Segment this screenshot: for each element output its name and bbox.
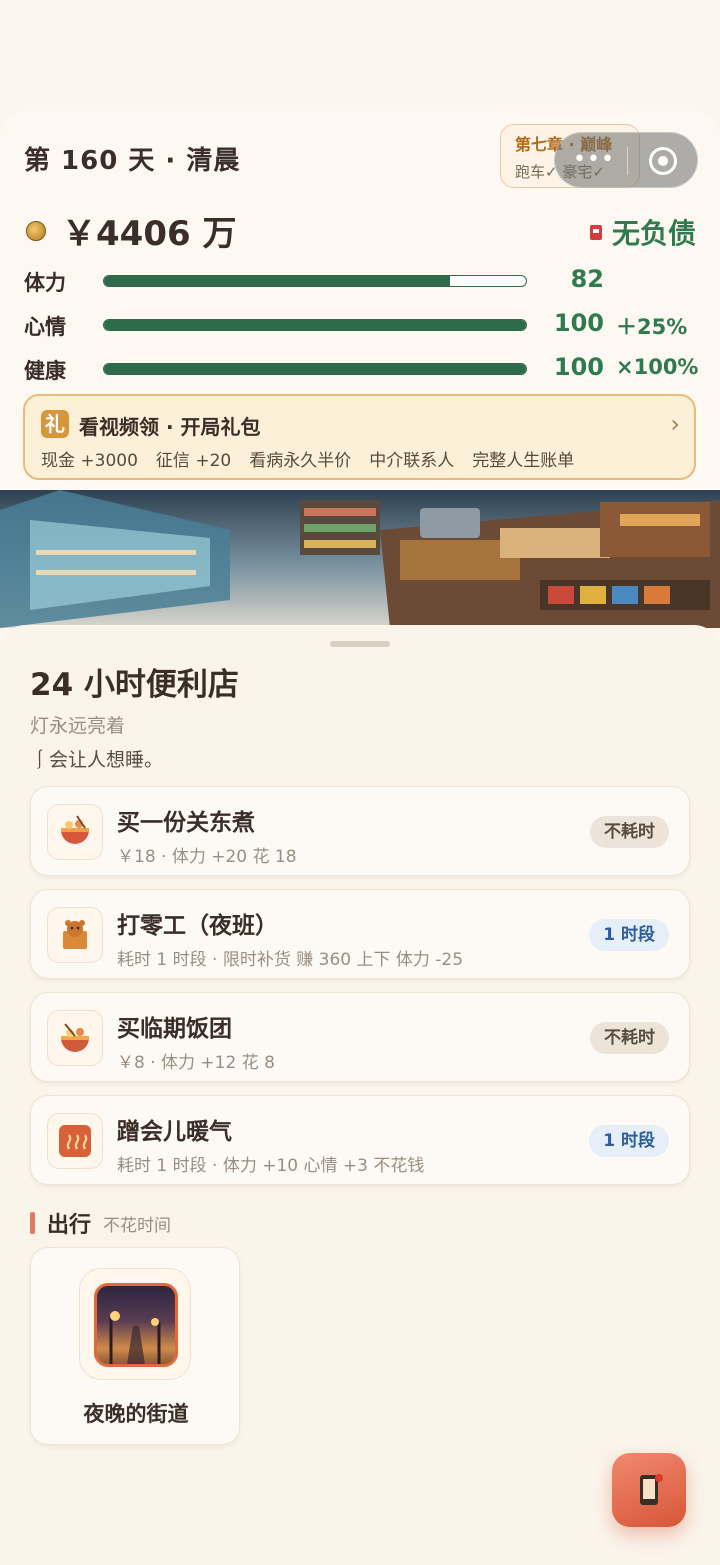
stat-label: 体力: [24, 271, 66, 295]
location-desc: 灯永远亮着: [30, 715, 126, 737]
action-desc: 耗时 1 时段 · 限时补货 赚 360 上下 体力 -25: [117, 950, 464, 970]
section-title: 出行: [47, 1213, 92, 1238]
store-scene-image: [0, 490, 720, 628]
action-card[interactable]: 蹭会儿暖气 耗时 1 时段 · 体力 +10 心情 +3 不花钱 1 时段: [30, 1095, 690, 1185]
gift-item: 看病永久半价: [249, 451, 352, 471]
more-dots-icon[interactable]: •••: [573, 149, 615, 171]
stat-mood: 心情 100 ＋25%: [24, 309, 704, 339]
heater-icon: [47, 1113, 103, 1169]
action-title: 蹭会儿暖气: [117, 1119, 232, 1145]
action-card[interactable]: 买一份关东煮 ￥18 · 体力 +20 花 18 不耗时: [30, 786, 690, 876]
capsule-divider: [627, 147, 628, 175]
stat-extra: ×100%: [616, 355, 699, 379]
action-desc: ￥8 · 体力 +12 花 8: [117, 1053, 275, 1073]
destination-card[interactable]: 夜晚的街道: [30, 1247, 240, 1445]
gift-item: 中介联系人: [369, 451, 455, 471]
time-cost-tag: 1 时段: [589, 919, 669, 951]
stat-fill: [104, 276, 451, 286]
night-street-icon: [79, 1268, 191, 1380]
location-title: 24 小时便利店: [30, 667, 239, 703]
debt-status: 无负债: [589, 212, 696, 252]
stat-health: 健康 100 ×100%: [24, 353, 704, 383]
stat-bar: [103, 363, 527, 375]
stat-bar: [103, 319, 527, 331]
record-circle-icon[interactable]: [649, 147, 677, 175]
phone-icon: [640, 1474, 663, 1505]
gift-pack-banner[interactable]: 礼 看视频领 · 开局礼包 › 现金 +3000 征信 +20 看病永久半价 中…: [23, 394, 696, 480]
oden-bowl-icon: [47, 804, 103, 860]
time-cost-tag: 1 时段: [589, 1125, 669, 1157]
stat-value: 82: [570, 265, 604, 293]
phone-button[interactable]: [612, 1453, 686, 1527]
night-street-image: [94, 1283, 178, 1367]
gift-item: 完整人生账单: [472, 451, 575, 471]
time-cost-tag: 不耗时: [590, 1022, 669, 1054]
money-display: ￥4406 万: [26, 206, 236, 255]
time-cost-tag: 不耗时: [590, 816, 669, 848]
action-title: 买一份关东煮: [117, 810, 255, 836]
gift-title: 看视频领 · 开局礼包: [79, 415, 261, 439]
action-desc: ￥18 · 体力 +20 花 18: [117, 847, 297, 867]
mini-program-capsule: •••: [554, 132, 698, 188]
destination-label: 夜晚的街道: [83, 1402, 189, 1426]
bear-box-icon: [47, 907, 103, 963]
location-desc-2: ⎰会让人想睡。: [30, 749, 164, 771]
action-desc: 耗时 1 时段 · 体力 +10 心情 +3 不花钱: [117, 1156, 425, 1176]
gift-badge: 礼: [41, 410, 69, 438]
drag-handle[interactable]: [330, 641, 390, 647]
chevron-right-icon: ›: [670, 410, 680, 438]
action-card[interactable]: 打零工（夜班） 耗时 1 时段 · 限时补货 赚 360 上下 体力 -25 1…: [30, 889, 690, 979]
stat-label: 心情: [24, 315, 66, 339]
section-subtitle: 不花时间: [103, 1215, 172, 1236]
travel-section-header: 出行 不花时间: [30, 1207, 171, 1239]
coin-icon: [26, 220, 46, 241]
gift-item: 现金 +3000: [41, 451, 138, 471]
stat-value: 100: [553, 309, 604, 337]
section-accent-bar: [30, 1212, 35, 1234]
stat-fill: [104, 364, 526, 374]
action-title: 买临期饭团: [117, 1016, 232, 1042]
receipt-icon: [589, 224, 602, 240]
stat-extra: ＋25%: [616, 315, 688, 339]
rice-ball-icon: [47, 1010, 103, 1066]
stat-value: 100: [553, 353, 604, 381]
money-value: ￥4406 万: [62, 214, 237, 254]
day-label: 第 160 天 · 清晨: [24, 146, 241, 176]
action-title: 打零工（夜班）: [117, 913, 278, 939]
location-panel: 24 小时便利店 灯永远亮着 ⎰会让人想睡。 买一份关东煮 ￥18 · 体力 +…: [0, 625, 720, 1565]
stat-bar: [103, 275, 527, 287]
action-card[interactable]: 买临期饭团 ￥8 · 体力 +12 花 8 不耗时: [30, 992, 690, 1082]
gift-item: 征信 +20: [155, 451, 232, 471]
status-header: 第 160 天 · 清晨 第七章 · 巅峰 跑车✓ 豪宅✓ ••• ￥4406 …: [0, 110, 720, 495]
debt-label: 无负债: [611, 217, 696, 250]
stat-label: 健康: [24, 359, 66, 383]
stat-fill: [104, 320, 526, 330]
gift-items: 现金 +3000 征信 +20 看病永久半价 中介联系人 完整人生账单: [41, 446, 574, 471]
stat-stamina: 体力 82: [24, 265, 704, 295]
